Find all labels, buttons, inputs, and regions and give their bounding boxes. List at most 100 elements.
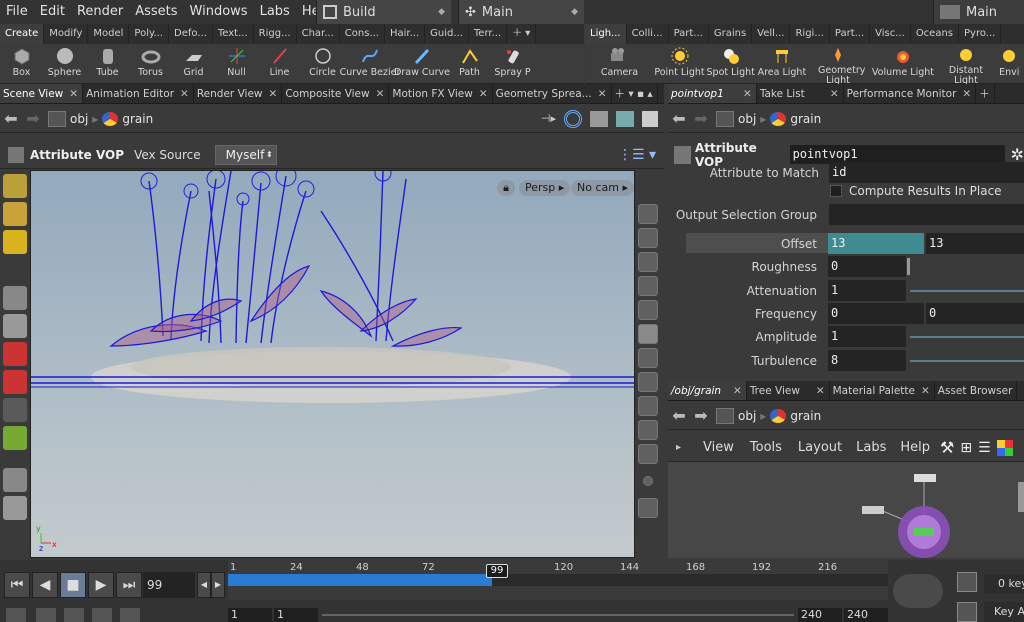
close-icon[interactable]: ✕	[743, 84, 752, 103]
back-arrow-icon[interactable]: ⬅	[668, 406, 690, 425]
pin-icon[interactable]: ⊣▸	[541, 112, 556, 125]
tab-composite-view[interactable]: Composite View ✕	[282, 84, 390, 103]
close-icon[interactable]: ✕	[269, 84, 278, 103]
tool-camera[interactable]: Camera	[585, 44, 654, 83]
shelf-tab[interactable]: Colli...	[627, 24, 669, 44]
amplitude-slider[interactable]	[910, 336, 1024, 338]
shelf-tab[interactable]: Terr...	[469, 24, 508, 44]
object-select-icon[interactable]	[3, 174, 27, 198]
shelf-tab[interactable]: Pyro...	[959, 24, 1002, 44]
tab-asset-browser[interactable]: Asset Browser	[935, 381, 1018, 400]
playback-range-bar[interactable]	[228, 574, 888, 586]
tool-volume-light[interactable]: Volume Light	[869, 44, 938, 83]
shelf-tab[interactable]: Rigi...	[790, 24, 830, 44]
breadcrumb-grain[interactable]: grain	[122, 112, 153, 126]
add-shelf-icon[interactable]: ＋ ▾	[507, 24, 537, 44]
pose-icon[interactable]	[3, 468, 27, 492]
step-back-icon[interactable]: ◀	[197, 572, 211, 598]
turbulence-slider[interactable]	[910, 360, 1024, 362]
network-editor[interactable]	[668, 462, 1024, 558]
background-icon[interactable]	[638, 396, 658, 416]
close-icon[interactable]: ✕	[598, 84, 607, 103]
main-desktop-right-dropdown[interactable]: Main	[933, 0, 1024, 24]
forward-arrow-icon[interactable]: ➡	[690, 109, 712, 128]
key-all-button[interactable]: Key A	[984, 602, 1024, 622]
tool-spray-paint[interactable]: Spray P	[491, 44, 534, 83]
scene-viewport[interactable]: y x z 🔒︎ Persp ▸ No cam ▸	[30, 170, 635, 558]
offset-x-field[interactable]: 13	[828, 233, 924, 254]
shelf-tab[interactable]: Defo...	[169, 24, 213, 44]
tool-circle[interactable]: Circle	[301, 44, 344, 83]
tab-animation-editor[interactable]: Animation Editor ✕	[83, 84, 194, 103]
shelf-tab[interactable]: Poly...	[129, 24, 170, 44]
tab-geometry-spreadsheet[interactable]: Geometry Sprea... ✕	[493, 84, 612, 103]
range-start-field[interactable]: 1	[228, 608, 272, 622]
frequency-y-field[interactable]: 0	[926, 303, 1024, 324]
lock-icon[interactable]: 🔒︎	[497, 180, 515, 196]
frequency-x-field[interactable]: 0	[828, 303, 924, 324]
attenuation-field[interactable]: 1	[828, 280, 906, 301]
shelf-tab[interactable]: Part...	[669, 24, 709, 44]
play-backward-icon[interactable]: ◀	[32, 572, 58, 598]
zoom-icon[interactable]	[92, 608, 112, 622]
wrench-icon[interactable]: ⚒	[940, 438, 954, 457]
tool-environment-light[interactable]: Envi	[995, 44, 1024, 83]
shelf-tab[interactable]: Ligh...	[585, 24, 627, 44]
scale-icon[interactable]	[3, 398, 27, 422]
persp-menu[interactable]: Persp ▸	[519, 180, 571, 196]
close-icon[interactable]: ✕	[733, 381, 742, 400]
amplitude-field[interactable]: 1	[828, 326, 906, 347]
tool-sphere[interactable]: Sphere	[43, 44, 86, 83]
shelf-tab[interactable]: Vell...	[752, 24, 791, 44]
menu-labs[interactable]: Labs	[254, 0, 296, 24]
key-all-icon[interactable]	[957, 602, 977, 622]
network-menu-layout[interactable]: Layout	[798, 440, 842, 455]
shelf-tab[interactable]: Guid...	[425, 24, 469, 44]
tab-tree-view[interactable]: Tree View ✕	[747, 381, 830, 400]
lens-icon[interactable]	[638, 300, 658, 320]
audio-icon[interactable]	[893, 574, 943, 608]
add-tab-icon[interactable]: ＋ ▾ ▪ ▴	[612, 84, 658, 103]
shelf-tab[interactable]: Oceans	[911, 24, 960, 44]
breadcrumb[interactable]: obj ▸ grain	[716, 407, 821, 424]
menu-file[interactable]: File	[0, 0, 34, 24]
tool-null[interactable]: Null	[215, 44, 258, 83]
attribute-to-match-field[interactable]: id	[829, 162, 1024, 183]
tab-network-grain[interactable]: /obj/grain ✕	[668, 381, 747, 400]
breadcrumb-obj[interactable]: obj	[70, 112, 88, 126]
shelf-tab[interactable]: Create	[0, 24, 45, 44]
network-menu-help[interactable]: Help	[900, 440, 930, 455]
playback-start-field[interactable]: 1	[274, 608, 318, 622]
compute-in-place-checkbox[interactable]	[830, 185, 842, 197]
rotate-icon[interactable]	[3, 370, 27, 394]
shelf-tab[interactable]: Model	[88, 24, 130, 44]
vex-source-dropdown[interactable]: Myself ⬍	[214, 144, 277, 165]
dot-icon[interactable]	[643, 476, 653, 486]
attenuation-slider[interactable]	[910, 290, 1024, 292]
target-icon[interactable]	[564, 109, 582, 128]
tool-draw-curve[interactable]: Draw Curve	[394, 44, 450, 83]
close-icon[interactable]: ✕	[69, 84, 78, 103]
move-icon[interactable]	[3, 342, 27, 366]
tool-point-light[interactable]: Point Light	[654, 44, 705, 83]
back-arrow-icon[interactable]: ⬅	[668, 109, 690, 128]
roughness-slider-handle[interactable]	[907, 258, 910, 275]
menu-render[interactable]: Render	[71, 0, 129, 24]
tab-render-view[interactable]: Render View ✕	[194, 84, 283, 103]
close-icon[interactable]: ✕	[816, 381, 825, 400]
shelf-tab[interactable]: Cons...	[340, 24, 385, 44]
shelf-tab[interactable]: Part...	[830, 24, 871, 44]
shelf-tab[interactable]: Modify	[44, 24, 89, 44]
handle-icon[interactable]	[3, 426, 27, 450]
bulb-icon[interactable]	[638, 348, 658, 368]
snapshot-icon[interactable]	[642, 110, 658, 127]
viewport-tools-icon[interactable]: ⋮☰ ▾	[618, 147, 656, 163]
tool-geometry-light[interactable]: Geometry Light	[807, 44, 868, 86]
playback-end-field[interactable]: 240	[798, 608, 842, 622]
shelf-tab[interactable]: Char...	[297, 24, 340, 44]
menu-assets[interactable]: Assets	[129, 0, 183, 24]
tool-spot-light[interactable]: Spot Light	[705, 44, 756, 83]
play-forward-icon[interactable]: ▶	[88, 572, 114, 598]
stop-icon[interactable]: ■	[60, 572, 86, 598]
roughness-field[interactable]: 0	[828, 256, 906, 277]
